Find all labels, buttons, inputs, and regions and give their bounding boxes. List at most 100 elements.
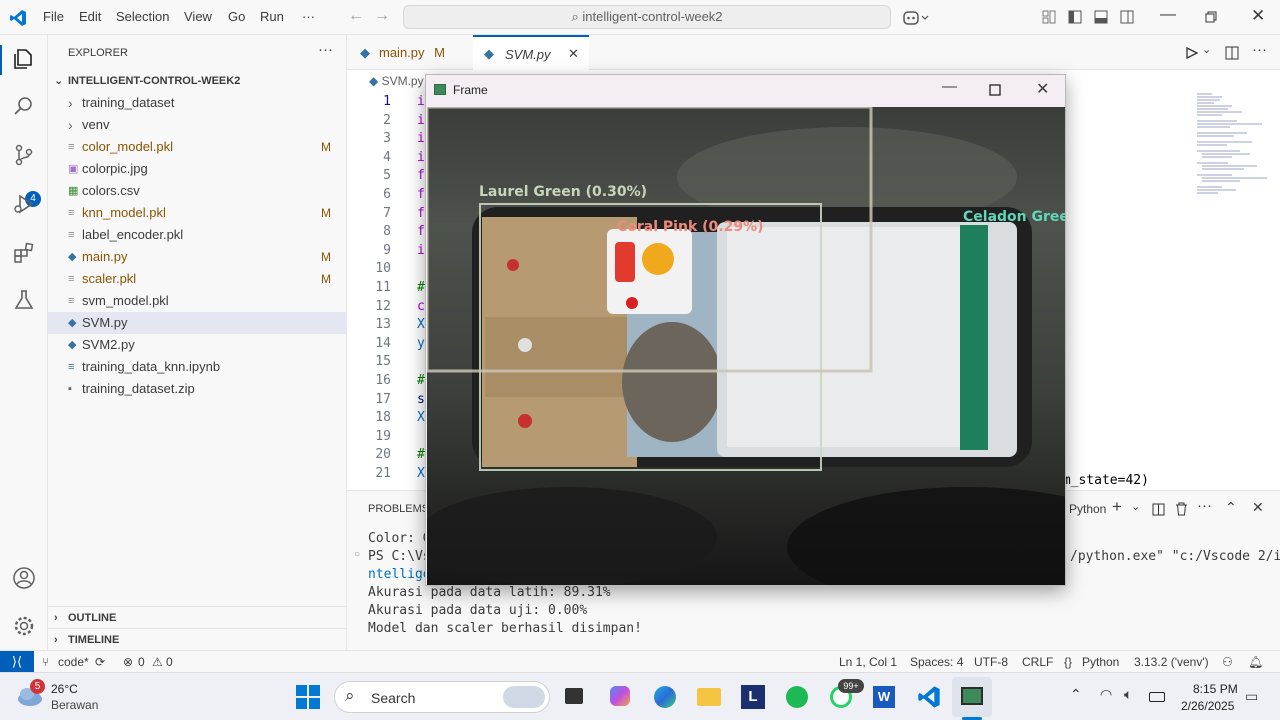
copilot-status-icon[interactable]: ⚇ bbox=[1222, 655, 1233, 669]
eol[interactable]: CRLF bbox=[1022, 655, 1053, 669]
word-icon[interactable]: W bbox=[873, 686, 895, 708]
explorer-icon[interactable] bbox=[12, 47, 36, 71]
notifications-bell-icon[interactable]: 🔔︎ bbox=[1248, 655, 1263, 669]
explorer-item[interactable]: ≡ color_model.pkl M bbox=[48, 136, 347, 158]
run-python-icon[interactable] bbox=[1186, 47, 1198, 59]
start-windows-icon[interactable] bbox=[296, 685, 320, 709]
explorer-item[interactable]: ≡ knn_model.pkl M bbox=[48, 202, 347, 224]
warning-count[interactable]: 0 bbox=[166, 655, 173, 669]
panel-more-actions-icon[interactable]: ··· bbox=[1197, 497, 1212, 514]
taskbar-search-box[interactable]: ⌕ Search bbox=[334, 681, 550, 713]
split-terminal-icon[interactable] bbox=[1152, 503, 1165, 516]
minimap[interactable] bbox=[1192, 92, 1272, 212]
spotify-icon[interactable] bbox=[786, 686, 808, 708]
explorer-item[interactable]: ≡ scaler.pkl M bbox=[48, 268, 347, 290]
back-arrow-icon[interactable]: ← bbox=[348, 7, 364, 25]
explorer-item[interactable]: ▣ colorpic.jpg bbox=[48, 158, 347, 180]
cursor-position[interactable]: Ln 1, Col 1 bbox=[839, 655, 897, 669]
settings-gear-icon[interactable] bbox=[12, 614, 36, 638]
weather-desc[interactable]: Berawan bbox=[51, 698, 98, 712]
search-icon[interactable] bbox=[12, 94, 36, 118]
python-interpreter[interactable]: 3.13.2 ('venv') bbox=[1134, 655, 1209, 669]
toggle-sidebar-icon[interactable] bbox=[1068, 10, 1082, 24]
explorer-item[interactable]: ◆ main.py M bbox=[48, 246, 347, 268]
l-app-icon[interactable]: L bbox=[741, 685, 765, 709]
split-editor-icon[interactable] bbox=[1225, 46, 1239, 60]
more-actions-icon[interactable]: ··· bbox=[318, 41, 333, 58]
minimize-icon[interactable]: — bbox=[1160, 6, 1176, 24]
copilot-icon[interactable] bbox=[903, 10, 929, 26]
explorer-item[interactable]: ◆ SVM2.py bbox=[48, 334, 347, 356]
vscode-taskbar-icon[interactable] bbox=[917, 685, 941, 709]
explorer-item[interactable]: ≡ svm_model.pkl bbox=[48, 290, 347, 312]
explorer-item[interactable]: › training_dataset bbox=[48, 92, 347, 114]
explorer-item[interactable]: ▪ training_dataset.zip bbox=[48, 378, 347, 400]
toggle-panels-icon[interactable] bbox=[1042, 10, 1056, 24]
frame-minimize-icon[interactable]: — bbox=[942, 78, 957, 95]
outline-section[interactable]: › OUTLINE bbox=[48, 606, 347, 628]
frame-close-icon[interactable]: ✕ bbox=[1036, 79, 1049, 99]
extensions-icon[interactable] bbox=[12, 241, 36, 265]
toggle-secondary-sidebar-icon[interactable] bbox=[1120, 10, 1134, 24]
account-icon[interactable] bbox=[12, 566, 36, 590]
tray-chevron-up-icon[interactable]: ⌃ bbox=[1070, 686, 1082, 703]
battery-icon[interactable] bbox=[1149, 692, 1165, 702]
workspace-root[interactable]: ⌄ INTELLIGENT-CONTROL-WEEK2 bbox=[48, 70, 347, 92]
volume-icon[interactable]: 🔈︎ bbox=[1124, 686, 1132, 703]
menu-file[interactable]: File bbox=[43, 9, 64, 24]
restore-icon[interactable] bbox=[1205, 11, 1217, 23]
python-frame-taskbar-item[interactable] bbox=[952, 677, 992, 717]
close-tab-icon[interactable]: ✕ bbox=[568, 36, 579, 71]
frame-maximize-icon[interactable] bbox=[989, 84, 1001, 96]
explorer-item[interactable]: › venv bbox=[48, 114, 347, 136]
menu-view[interactable]: View bbox=[184, 9, 212, 24]
wifi-icon[interactable]: ◠ bbox=[1100, 686, 1112, 703]
clock-time[interactable]: 8:15 PM bbox=[1193, 682, 1238, 696]
task-view-icon[interactable] bbox=[565, 688, 583, 704]
remote-indicator-icon[interactable]: ⟩⟨ bbox=[0, 651, 34, 672]
source-control-icon[interactable] bbox=[12, 143, 36, 167]
trash-icon[interactable] bbox=[1175, 502, 1188, 516]
command-center-search[interactable]: ⌕ intelligent-control-week2 bbox=[403, 5, 891, 29]
menu-selection[interactable]: Selection bbox=[116, 9, 169, 24]
clock-date[interactable]: 2/26/2025 bbox=[1181, 699, 1234, 713]
indentation[interactable]: Spaces: 4 bbox=[910, 655, 963, 669]
breadcrumb[interactable]: ◆ SVM.py bbox=[369, 74, 424, 88]
sync-icon[interactable]: ⟳ bbox=[95, 655, 105, 669]
menu-go[interactable]: Go bbox=[228, 9, 245, 24]
tab-main-py[interactable]: ◆ main.py M bbox=[347, 35, 473, 70]
explorer-item[interactable]: ≡ training_data_knn.ipynb bbox=[48, 356, 347, 378]
terminal-kind-label[interactable]: Python bbox=[1069, 502, 1106, 516]
encoding[interactable]: UTF-8 bbox=[974, 655, 1008, 669]
branch-label[interactable]: code* bbox=[58, 655, 89, 669]
menu-edit[interactable]: Edit bbox=[79, 9, 101, 24]
menu-run[interactable]: Run bbox=[260, 9, 284, 24]
close-icon[interactable]: ✕ bbox=[1251, 6, 1265, 26]
error-count[interactable]: 0 bbox=[138, 655, 145, 669]
close-panel-icon[interactable]: ✕ bbox=[1252, 499, 1264, 516]
tab-problems[interactable]: PROBLEMS bbox=[368, 503, 429, 515]
copilot-app-icon[interactable] bbox=[610, 686, 630, 706]
run-dropdown-chevron-icon[interactable]: ⌄ bbox=[1202, 43, 1211, 56]
opencv-frame-window[interactable]: Frame — ✕ Laurel Green (0.30%) Coral Pin… bbox=[425, 74, 1066, 586]
tab-svm-py[interactable]: ◆ SVM.py ✕ bbox=[473, 35, 589, 70]
toggle-panel-icon[interactable] bbox=[1094, 10, 1108, 24]
menu-more[interactable]: ··· bbox=[302, 9, 315, 24]
language-mode[interactable]: Python bbox=[1082, 655, 1119, 669]
explorer-item[interactable]: ◆ SVM.py bbox=[48, 312, 347, 334]
forward-arrow-icon[interactable]: → bbox=[374, 7, 390, 25]
new-terminal-plus-icon[interactable]: + bbox=[1112, 497, 1122, 517]
file-icon: ≡ bbox=[68, 229, 75, 241]
explorer-item[interactable]: ▦ colors.csv bbox=[48, 180, 347, 202]
file-explorer-icon[interactable] bbox=[697, 688, 721, 706]
run-debug-icon[interactable] bbox=[12, 192, 36, 216]
notification-center-icon[interactable]: ▭ bbox=[1245, 688, 1258, 705]
explorer-item[interactable]: ≡ label_encoder.pkl bbox=[48, 224, 347, 246]
timeline-section[interactable]: › TIMELINE bbox=[48, 628, 347, 650]
edge-browser-icon[interactable] bbox=[654, 686, 676, 708]
testing-icon[interactable] bbox=[12, 288, 36, 312]
terminal-dropdown-chevron-icon[interactable]: ⌄ bbox=[1131, 500, 1140, 513]
weather-temp[interactable]: 26°C bbox=[51, 682, 78, 696]
maximize-panel-chevron-up-icon[interactable]: ⌃ bbox=[1225, 499, 1237, 516]
editor-more-actions-icon[interactable]: ··· bbox=[1252, 41, 1267, 58]
